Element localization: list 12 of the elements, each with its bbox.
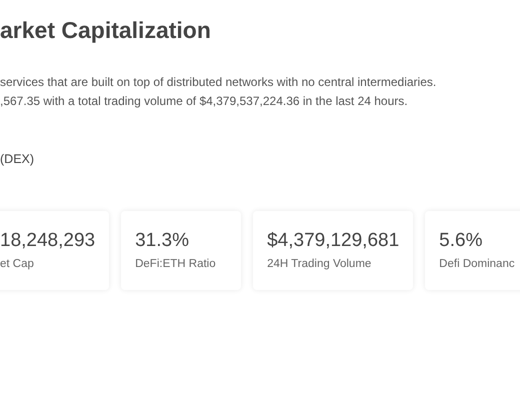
stat-value: $4,379,129,681	[267, 229, 400, 253]
stat-value: 5.6%	[439, 229, 484, 253]
stat-label: 24H Trading Volume	[267, 257, 372, 272]
stat-label: Defi Dominanc	[439, 257, 516, 272]
page-title: arket Capitalization	[0, 16, 212, 44]
note-text: (DEX)	[0, 151, 36, 167]
description-text: services that are built on top of distributed networks with no central intermediaries.	[0, 74, 438, 90]
stat-label: DeFi:ETH Ratio	[135, 257, 217, 272]
stat-value: 18,248,293	[0, 229, 96, 253]
stat-value: 31.3%	[135, 229, 190, 253]
description-text: ,567.35 with a total trading volume of $4,379,537,224.36 in the last 24 hours.	[0, 93, 409, 109]
stat-label: et Cap	[0, 257, 35, 272]
